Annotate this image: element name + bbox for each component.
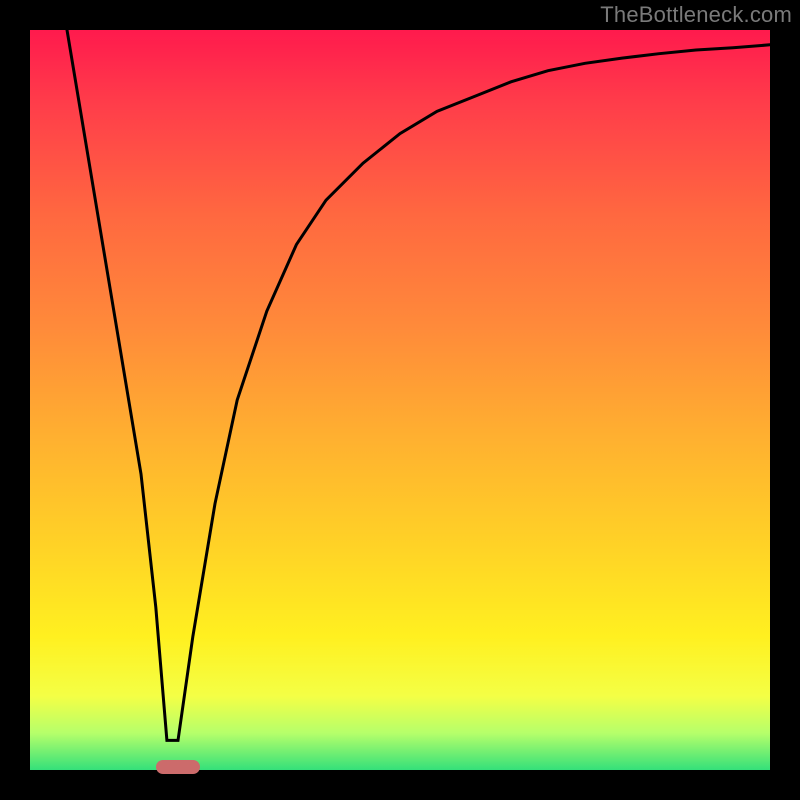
chart-container: TheBottleneck.com xyxy=(0,0,800,800)
watermark-text: TheBottleneck.com xyxy=(600,2,792,28)
curve-svg xyxy=(30,30,770,770)
optimal-marker xyxy=(156,760,200,774)
bottleneck-curve xyxy=(67,30,770,740)
plot-area xyxy=(30,30,770,770)
